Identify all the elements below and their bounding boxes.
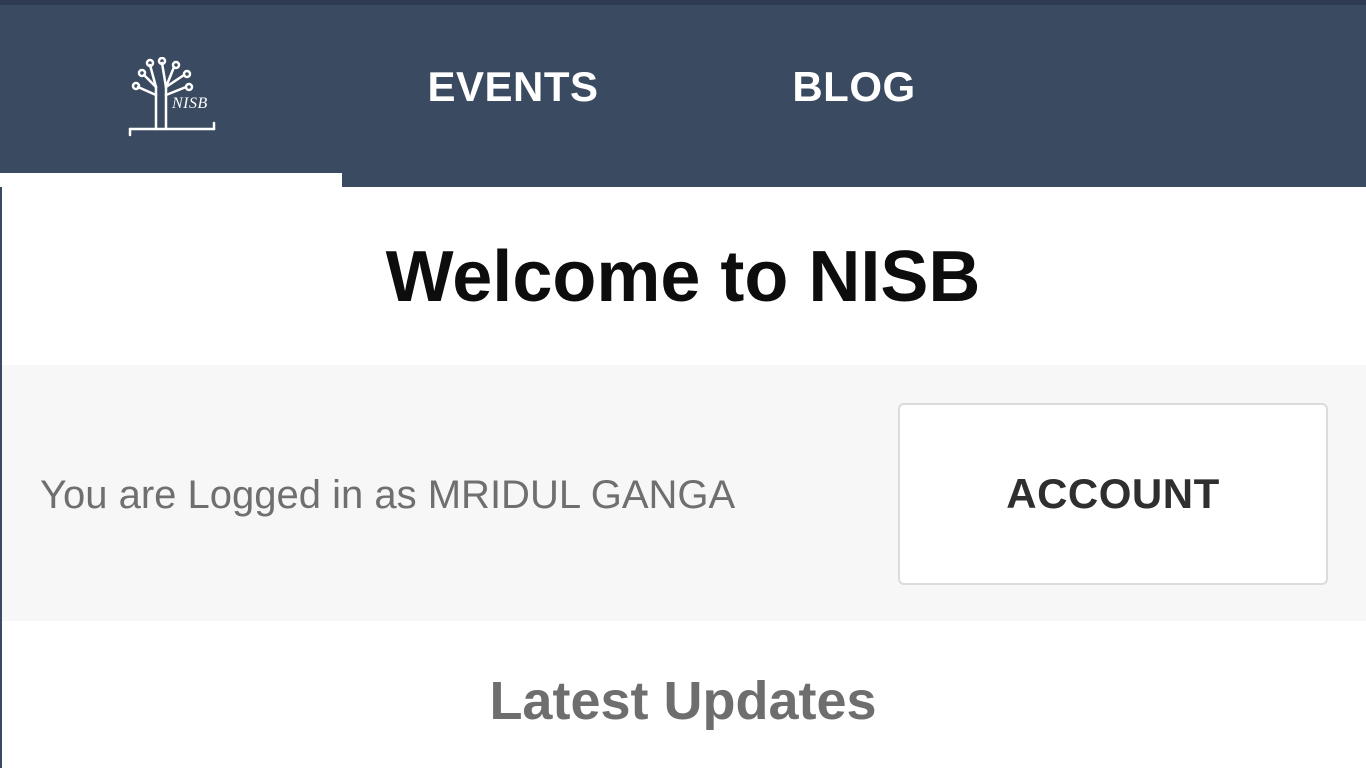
tab-events-label: EVENTS bbox=[427, 63, 599, 110]
tab-events[interactable]: EVENTS bbox=[342, 5, 684, 187]
tab-notifications[interactable] bbox=[1024, 5, 1366, 187]
page-title: Welcome to NISB bbox=[385, 237, 981, 317]
logo-text: NISB bbox=[172, 95, 208, 112]
app-screen: NISB EVENTS BLOG Welcome to NISB You are… bbox=[0, 0, 1366, 768]
account-panel: You are Logged in as MRIDUL GANGA ACCOUN… bbox=[2, 365, 1366, 621]
active-tab-indicator bbox=[0, 173, 342, 187]
latest-updates-heading: Latest Updates bbox=[489, 671, 877, 731]
tab-blog[interactable]: BLOG bbox=[683, 5, 1025, 187]
top-nav-bar: NISB EVENTS BLOG bbox=[0, 5, 1366, 187]
nisb-logo: NISB bbox=[126, 56, 218, 139]
account-button[interactable]: ACCOUNT bbox=[898, 403, 1328, 585]
tab-blog-label: BLOG bbox=[792, 63, 916, 110]
login-status-text: You are Logged in as MRIDUL GANGA bbox=[40, 473, 736, 517]
tab-home[interactable]: NISB bbox=[0, 5, 342, 187]
